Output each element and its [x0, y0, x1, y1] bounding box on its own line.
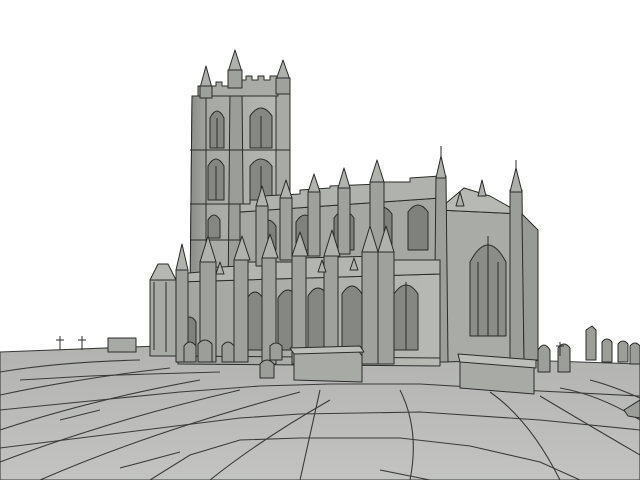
- render-viewport: [0, 0, 640, 480]
- tomb-chest-left: [107, 337, 137, 353]
- west-turret: [149, 263, 177, 357]
- east-transept: [433, 146, 539, 363]
- cathedral-render: [0, 49, 640, 480]
- tomb-chest-center: [293, 349, 363, 383]
